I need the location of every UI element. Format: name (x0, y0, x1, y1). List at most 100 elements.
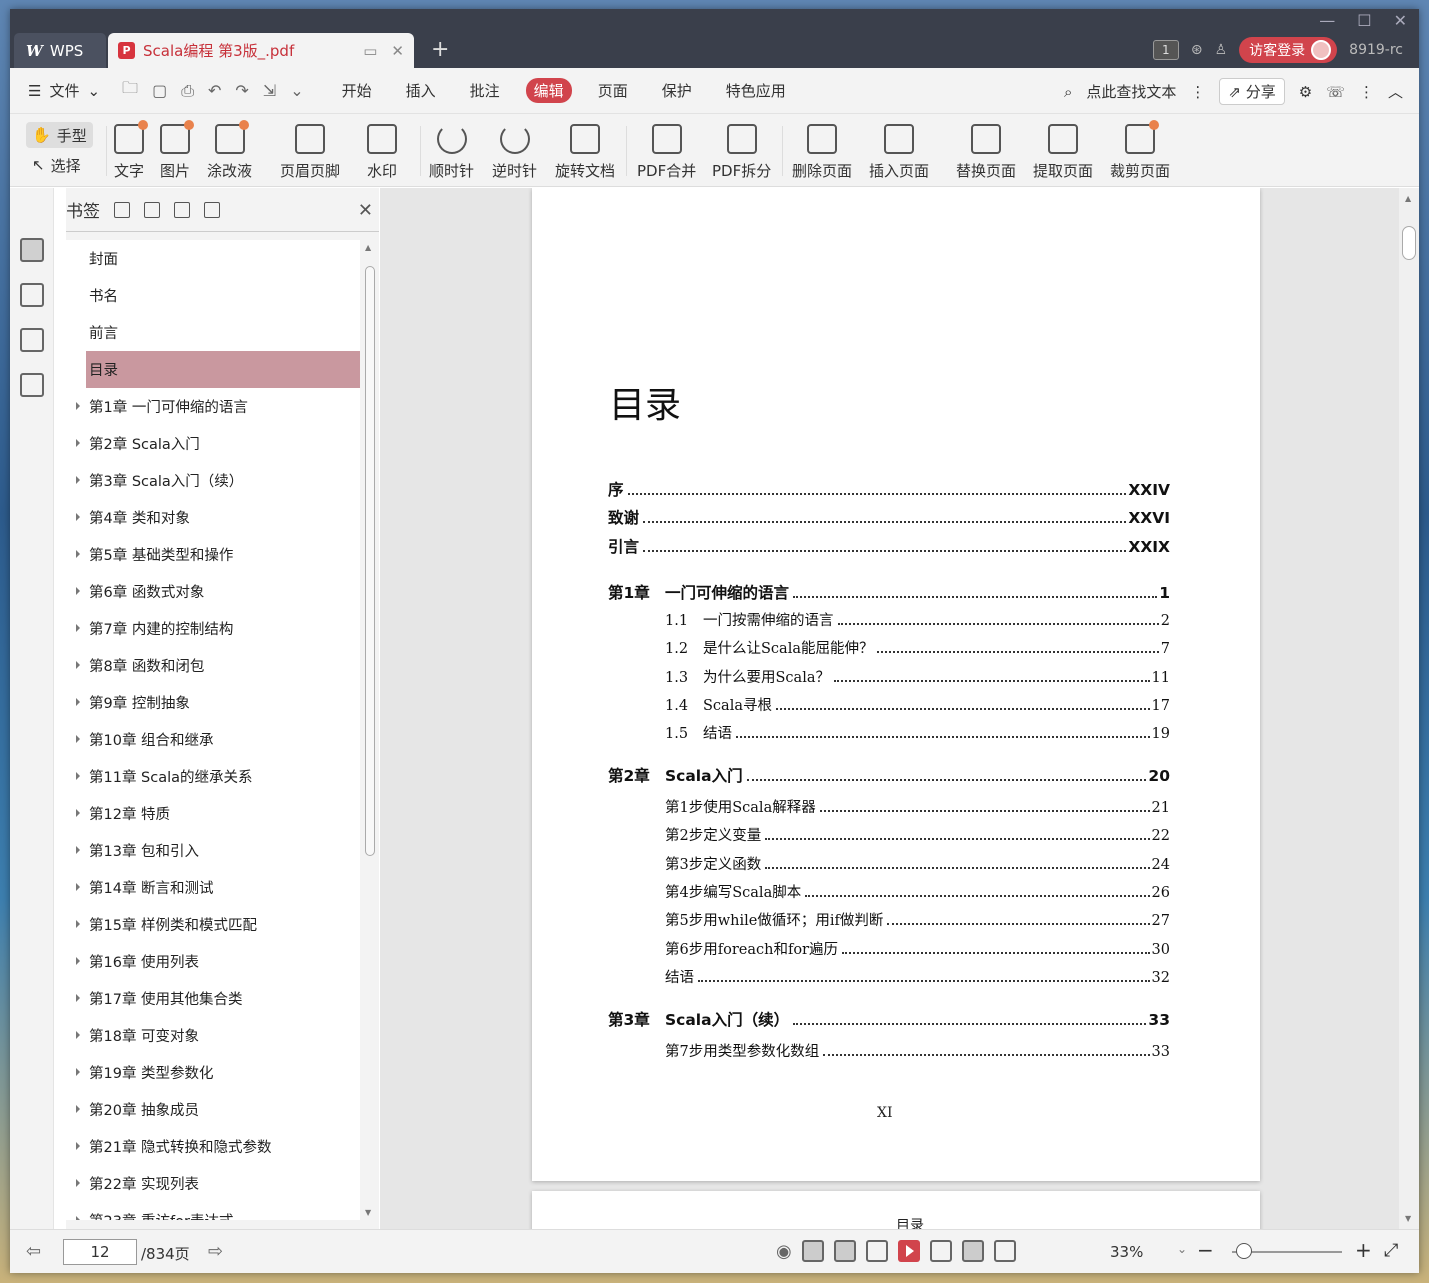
bookmark-item[interactable]: 第15章 样例类和模式匹配 (66, 906, 360, 943)
zoom-slider-knob[interactable] (1236, 1243, 1252, 1259)
bookmark-scroll-thumb[interactable] (365, 266, 375, 856)
zoom-in-icon[interactable]: + (1355, 1238, 1372, 1262)
single-page-icon[interactable] (833, 1240, 856, 1262)
header-footer-button[interactable]: 页眉页脚 (280, 124, 340, 181)
wps-home-tab[interactable]: W WPS (14, 33, 106, 68)
continuous-view-icon[interactable] (801, 1240, 824, 1262)
window-count-badge[interactable]: 1 (1152, 40, 1179, 60)
expand-arrow-icon[interactable] (76, 883, 80, 891)
bookmark-item[interactable]: 第4章 类和对象 (66, 499, 360, 536)
redo-icon[interactable]: ↷ (235, 81, 248, 100)
fit-page-icon[interactable] (961, 1240, 984, 1262)
fit-width-icon[interactable] (993, 1240, 1016, 1262)
expand-arrow-icon[interactable] (76, 920, 80, 928)
zoom-out-icon[interactable]: − (1197, 1238, 1214, 1262)
delete-page-button[interactable]: 删除页面 (792, 124, 852, 181)
collapse-ribbon-icon[interactable]: ︿ (1388, 81, 1403, 102)
undo-icon[interactable]: ↶ (208, 81, 221, 100)
tab-features[interactable]: 特色应用 (718, 78, 794, 103)
guest-login-button[interactable]: 访客登录 (1239, 37, 1338, 63)
thumbnail-icon[interactable] (20, 283, 44, 307)
document-scrollbar[interactable]: ▲ ▼ (1399, 188, 1419, 1229)
play-presentation-icon[interactable] (897, 1240, 920, 1262)
insert-page-button[interactable]: 插入页面 (869, 124, 929, 181)
signature-icon[interactable] (20, 373, 44, 397)
bookmark-settings-icon[interactable] (204, 201, 220, 218)
prev-page-icon[interactable]: ⇦ (26, 1241, 41, 1262)
tab-insert[interactable]: 插入 (398, 78, 444, 103)
export-icon[interactable]: ⇲ (263, 81, 276, 100)
toc-section-entry[interactable]: 1.5 结语 19 (665, 722, 1170, 743)
skin-icon[interactable]: ⊛ (1191, 42, 1203, 58)
pin-icon[interactable]: ▭ (363, 42, 377, 60)
bookmark-item[interactable]: 前言 (66, 314, 360, 351)
document-tab[interactable]: P Scala编程 第3版_.pdf ▭ ✕ (108, 33, 414, 68)
toc-section-entry[interactable]: 第4步 编写Scala脚本 26 (665, 881, 1170, 902)
bookmark-item[interactable]: 第18章 可变对象 (66, 1017, 360, 1054)
toc-front-entry[interactable]: 序 XXIV (608, 478, 1170, 500)
rotate-document-button[interactable]: 旋转文档 (555, 124, 615, 181)
doc-scroll-down-icon[interactable]: ▼ (1405, 1214, 1411, 1223)
expand-arrow-icon[interactable] (76, 513, 80, 521)
theme-shirt-icon[interactable]: ♙ (1215, 42, 1228, 58)
new-tab-button[interactable]: + (431, 39, 449, 61)
bookmark-item[interactable]: 第23章 重访for表达式 (66, 1202, 360, 1220)
bookmark-item[interactable]: 第19章 类型参数化 (66, 1054, 360, 1091)
annotation-icon[interactable] (20, 328, 44, 352)
bookmark-item[interactable]: 书名 (66, 277, 360, 314)
print-icon[interactable]: ⎙ (181, 81, 194, 101)
toc-section-entry[interactable]: 第3步 定义函数 24 (665, 853, 1170, 874)
expand-arrow-icon[interactable] (76, 957, 80, 965)
expand-arrow-icon[interactable] (76, 439, 80, 447)
minimize-icon[interactable]: — (1319, 11, 1335, 30)
watermark-button[interactable]: 水印 (367, 124, 397, 181)
edit-text-button[interactable]: 文字 (114, 120, 148, 181)
bookmark-item[interactable]: 第5章 基础类型和操作 (66, 536, 360, 573)
toc-section-entry[interactable]: 第5步 用while做循环；用if做判断 27 (665, 909, 1170, 930)
bookmark-item[interactable]: 第14章 断言和测试 (66, 869, 360, 906)
zoom-dropdown-icon[interactable]: ⌄ (1177, 1242, 1187, 1256)
bookmark-item[interactable]: 第21章 隐式转换和隐式参数 (66, 1128, 360, 1165)
find-text-field[interactable]: 点此查找文本 (1086, 81, 1176, 102)
expand-arrow-icon[interactable] (76, 661, 80, 669)
bookmark-item[interactable]: 第8章 函数和闭包 (66, 647, 360, 684)
actual-size-icon[interactable] (929, 1240, 952, 1262)
eye-protection-icon[interactable]: ◉ (776, 1241, 792, 1262)
crop-page-button[interactable]: 裁剪页面 (1110, 120, 1170, 181)
bookmark-item[interactable]: 第16章 使用列表 (66, 943, 360, 980)
file-menu[interactable]: ☰ 文件 ⌄ (28, 80, 100, 101)
bookmark-item[interactable]: 第17章 使用其他集合类 (66, 980, 360, 1017)
bookmark-scrollbar[interactable]: ▲ ▼ (360, 240, 379, 1220)
share-button[interactable]: ⇗ 分享 (1219, 78, 1285, 105)
scroll-up-icon[interactable]: ▲ (365, 243, 371, 252)
expand-arrow-icon[interactable] (76, 1068, 80, 1076)
bookmark-item[interactable]: 第7章 内建的控制结构 (66, 610, 360, 647)
bookmark-item[interactable]: 目录 (86, 351, 360, 388)
expand-arrow-icon[interactable] (76, 846, 80, 854)
toc-section-entry[interactable]: 1.3 为什么要用Scala？ 11 (665, 666, 1170, 687)
toc-section-entry[interactable]: 1.2 是什么让Scala能屈能伸？ 7 (665, 637, 1170, 658)
expand-arrow-icon[interactable] (76, 402, 80, 410)
close-window-icon[interactable]: ✕ (1394, 11, 1407, 30)
document-scroll-thumb[interactable] (1402, 226, 1416, 260)
more-quick-icon[interactable]: ⌄ (290, 81, 303, 100)
close-panel-icon[interactable]: ✕ (358, 200, 373, 221)
bookmark-item[interactable]: 第12章 特质 (66, 795, 360, 832)
bookmark-item[interactable]: 第22章 实现列表 (66, 1165, 360, 1202)
tab-annotate[interactable]: 批注 (462, 78, 508, 103)
expand-all-icon[interactable] (114, 201, 130, 218)
toc-section-entry[interactable]: 结语 32 (665, 966, 1170, 987)
more-vertical-icon[interactable]: ⋮ (1190, 83, 1205, 101)
bookmark-item[interactable]: 第2章 Scala入门 (66, 425, 360, 462)
toc-front-entry[interactable]: 引言 XXIX (608, 535, 1170, 557)
document-viewport[interactable]: 目录 序 XXIV 致谢 XXVI 引言 XXIX 第1章 一门可伸缩的语言 1 1.1 一门按需伸… (380, 188, 1419, 1229)
expand-arrow-icon[interactable] (76, 698, 80, 706)
save-icon[interactable]: ▢ (152, 81, 167, 100)
toc-chapter-entry[interactable]: 第1章 一门可伸缩的语言 1 (608, 581, 1170, 603)
bookmark-list-icon[interactable] (20, 238, 44, 262)
expand-arrow-icon[interactable] (76, 809, 80, 817)
rotate-counterclockwise-button[interactable]: 逆时针 (492, 124, 537, 181)
doc-scroll-up-icon[interactable]: ▲ (1405, 194, 1411, 203)
toc-chapter-entry[interactable]: 第3章 Scala入门（续） 33 (608, 1008, 1170, 1030)
zoom-level[interactable]: 33% (1110, 1243, 1143, 1261)
